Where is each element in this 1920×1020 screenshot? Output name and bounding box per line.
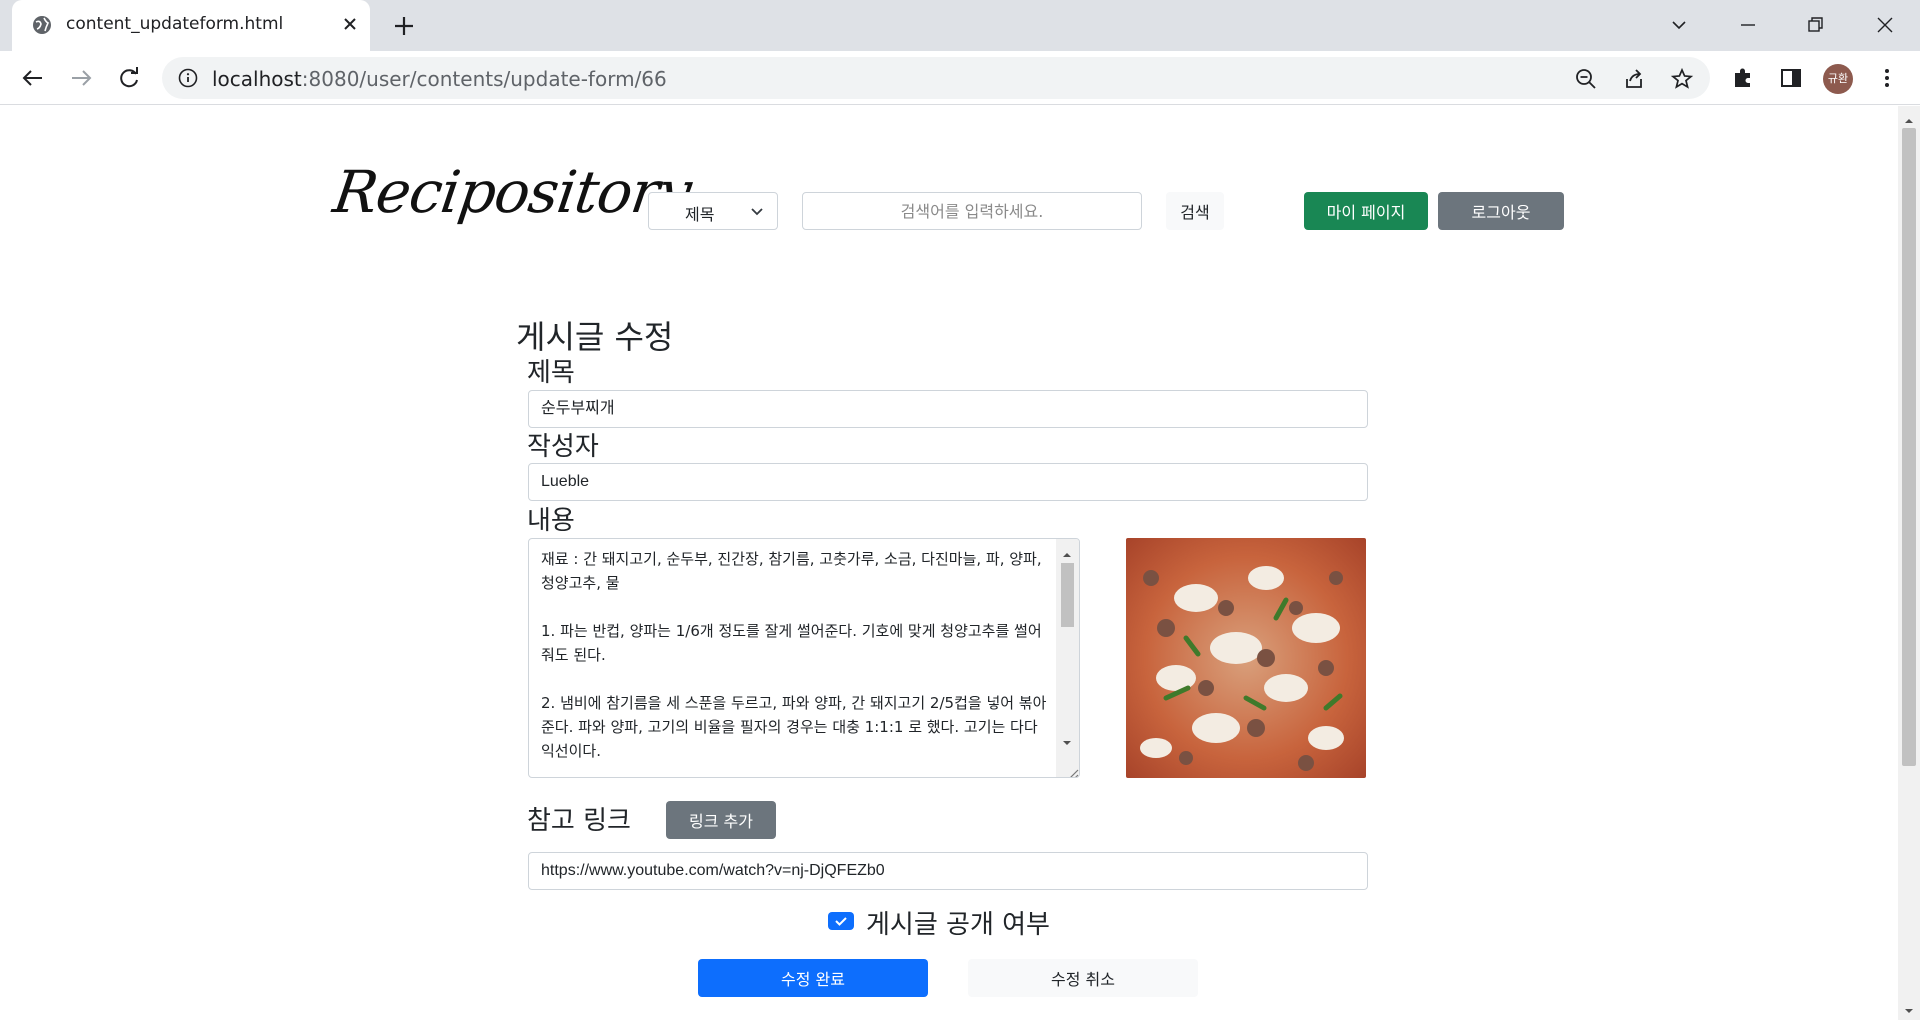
title-input[interactable]: 순두부찌개	[528, 390, 1368, 428]
back-arrow-icon[interactable]	[18, 63, 48, 93]
chevron-down-icon	[749, 203, 765, 219]
textarea-scroll-thumb[interactable]	[1061, 563, 1074, 627]
food-photo	[1126, 538, 1366, 778]
kebab-menu-icon[interactable]	[1874, 65, 1900, 91]
scroll-up-arrow-icon[interactable]	[1903, 112, 1915, 124]
search-type-select[interactable]: 제목	[648, 192, 778, 230]
side-panel-icon[interactable]	[1778, 65, 1804, 91]
scroll-down-arrow-icon[interactable]	[1062, 733, 1072, 745]
author-label: 작성자	[527, 432, 599, 462]
add-link-button[interactable]: 링크 추가	[666, 801, 776, 839]
search-button[interactable]: 검색	[1166, 192, 1224, 230]
resize-handle-icon[interactable]	[1067, 765, 1079, 777]
address-bar[interactable]: localhost:8080/user/contents/update-form…	[162, 57, 1710, 99]
url-text: localhost:8080/user/contents/update-form…	[212, 67, 667, 91]
reference-link-input[interactable]: https://www.youtube.com/watch?v=nj-DjQFE…	[528, 852, 1368, 890]
scroll-up-arrow-icon[interactable]	[1062, 545, 1072, 557]
browser-tab-strip: content_updateform.html	[0, 0, 1920, 51]
window-close-icon[interactable]	[1870, 10, 1900, 40]
submit-edit-button[interactable]: 수정 완료	[698, 959, 928, 997]
page-scroll-thumb[interactable]	[1902, 128, 1916, 766]
reload-icon[interactable]	[114, 63, 144, 93]
reference-link-label: 참고 링크	[527, 806, 631, 836]
site-logo[interactable]: Recipository	[329, 116, 695, 276]
info-icon[interactable]	[178, 68, 198, 88]
zoom-out-icon[interactable]	[1574, 67, 1598, 91]
my-page-button[interactable]: 마이 페이지	[1304, 192, 1428, 230]
url-host: localhost	[212, 67, 302, 91]
search-type-value: 제목	[685, 205, 715, 224]
search-input[interactable]	[802, 192, 1142, 230]
content-textarea[interactable]: 재료 : 간 돼지고기, 순두부, 진간장, 참기름, 고춧가루, 소금, 다진…	[528, 538, 1080, 778]
scroll-down-arrow-icon[interactable]	[1903, 1002, 1915, 1014]
browser-toolbar: localhost:8080/user/contents/update-form…	[0, 51, 1920, 105]
page-scrollbar[interactable]	[1898, 106, 1920, 1020]
minimize-icon[interactable]	[1733, 10, 1763, 40]
browser-tab[interactable]: content_updateform.html	[12, 0, 370, 51]
page-viewport: Recipository 제목 검색 마이 페이지 로그아웃 게시글 수정 제목…	[0, 106, 1898, 1020]
public-checkbox-label: 게시글 공개 여부	[866, 910, 1050, 940]
logout-button[interactable]: 로그아웃	[1438, 192, 1564, 230]
share-icon[interactable]	[1622, 67, 1646, 91]
tab-title: content_updateform.html	[66, 14, 284, 34]
checkmark-icon	[835, 917, 847, 926]
content-text: 재료 : 간 돼지고기, 순두부, 진간장, 참기름, 고춧가루, 소금, 다진…	[541, 550, 1047, 760]
forward-arrow-icon[interactable]	[66, 63, 96, 93]
url-path: :8080/user/contents/update-form/66	[301, 67, 667, 91]
restore-icon[interactable]	[1800, 10, 1830, 40]
content-label: 내용	[527, 506, 575, 536]
close-icon[interactable]	[338, 12, 362, 36]
profile-avatar[interactable]: 규환	[1823, 64, 1853, 94]
chevron-down-icon[interactable]	[1664, 10, 1694, 40]
extensions-puzzle-icon[interactable]	[1730, 65, 1756, 91]
bookmark-star-icon[interactable]	[1670, 67, 1694, 91]
textarea-scrollbar[interactable]	[1056, 539, 1079, 777]
title-label: 제목	[527, 358, 575, 388]
logo-text: Recipository	[329, 158, 695, 226]
author-input[interactable]: Lueble	[528, 463, 1368, 501]
public-checkbox[interactable]	[828, 912, 854, 930]
cancel-edit-button[interactable]: 수정 취소	[968, 959, 1198, 997]
globe-icon	[32, 15, 52, 35]
new-tab-plus-icon[interactable]	[390, 12, 418, 40]
